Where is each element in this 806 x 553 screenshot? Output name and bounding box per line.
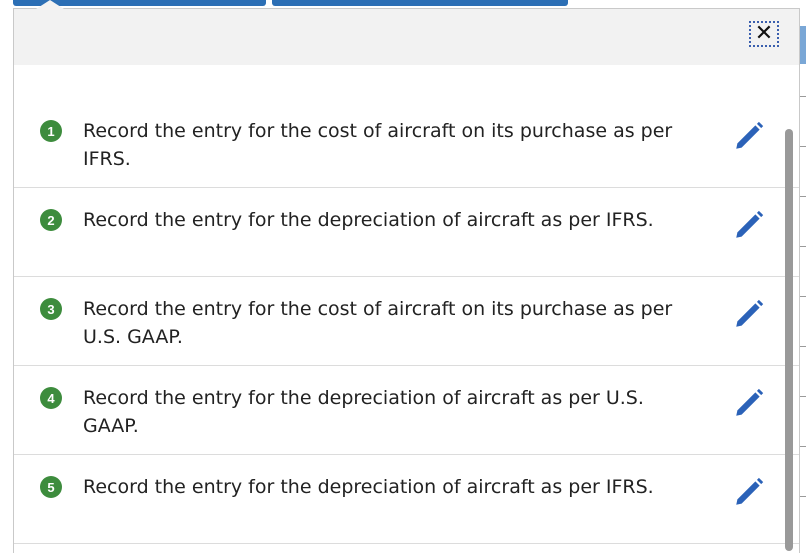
- list-item[interactable]: 1 Record the entry for the cost of aircr…: [14, 99, 799, 188]
- entry-description: Record the entry for the cost of aircraf…: [83, 298, 673, 348]
- list-item[interactable]: 2 Record the entry for the depreciation …: [14, 188, 799, 277]
- pencil-icon[interactable]: [732, 297, 766, 331]
- background-page-edge: [800, 0, 806, 553]
- step-number-badge: 5: [40, 476, 62, 498]
- background-accent: [800, 26, 806, 64]
- popup-header: ✕: [14, 9, 799, 65]
- popup-pointer: [36, 0, 64, 9]
- entry-list: 1 Record the entry for the cost of aircr…: [14, 99, 799, 544]
- pencil-icon[interactable]: [732, 386, 766, 420]
- background-tab-2[interactable]: [272, 0, 568, 6]
- entry-description: Record the entry for the depreciation of…: [83, 387, 644, 437]
- step-number-badge: 3: [40, 298, 62, 320]
- pencil-icon[interactable]: [732, 119, 766, 153]
- entries-popup: ✕ 1 Record the entry for the cost of air…: [13, 8, 800, 553]
- pencil-icon[interactable]: [732, 475, 766, 509]
- entry-description: Record the entry for the depreciation of…: [83, 209, 654, 231]
- close-button[interactable]: ✕: [749, 21, 779, 47]
- step-number-badge: 2: [40, 209, 62, 231]
- step-number-badge: 1: [40, 120, 62, 142]
- step-number-badge: 4: [40, 387, 62, 409]
- vertical-scrollbar[interactable]: [785, 129, 793, 551]
- list-item[interactable]: 5 Record the entry for the depreciation …: [14, 455, 799, 544]
- list-item[interactable]: 3 Record the entry for the cost of aircr…: [14, 277, 799, 366]
- close-icon: ✕: [754, 21, 774, 46]
- entry-description: Record the entry for the depreciation of…: [83, 476, 654, 498]
- list-item[interactable]: 4 Record the entry for the depreciation …: [14, 366, 799, 455]
- entry-description: Record the entry for the cost of aircraf…: [83, 120, 673, 170]
- pencil-icon[interactable]: [732, 208, 766, 242]
